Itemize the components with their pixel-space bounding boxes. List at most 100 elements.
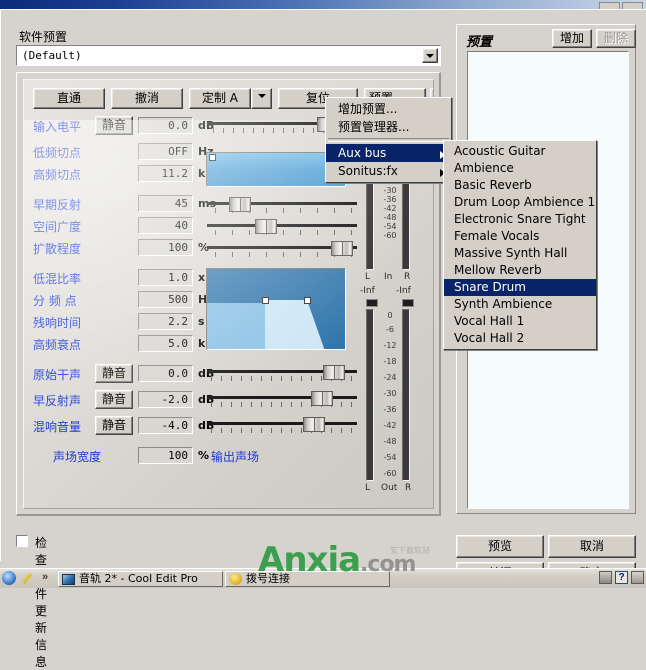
menu-item-aux-bus[interactable]: Aux bus [326,144,451,162]
param-row-room-width: 空间广度 40 [33,216,213,236]
cancel-button[interactable]: 取消 [548,535,636,558]
param-label: 高频切点 [33,168,82,182]
param-row-reverb-level: 混响音量 静音 -4.0 dB [33,416,214,436]
menu-item-add-preset[interactable]: 增加预置... [326,100,451,118]
tray-icon-misc[interactable] [631,571,644,584]
taskbar: » 音轨 2* - Cool Edit Pro 拨号连接 ? [0,568,646,588]
eq-graph-node[interactable] [209,154,216,161]
param-row-hf-damping: 高频衰点 5.0 kHz [33,334,221,354]
param-value-low-cut[interactable]: OFF [138,143,193,160]
submenu-item[interactable]: Massive Synth Hall [444,245,596,262]
slider-room-width[interactable] [207,219,357,239]
param-value-input-level[interactable]: 0.0 [138,117,193,134]
submenu-item-selected[interactable]: Snare Drum [444,279,596,296]
param-value-diffusion[interactable]: 100 [138,239,193,256]
app-icon [62,574,75,585]
param-value-stereo-width[interactable]: 100 [138,447,193,464]
out-peak-right: -Inf [396,286,411,296]
out-meter-label-left: L [365,483,371,493]
slider-knob[interactable] [303,417,325,432]
submenu-item[interactable]: Vocal Hall 1 [444,313,596,330]
window-control-buttons[interactable] [597,0,643,11]
reverb-graph-node-1[interactable] [262,297,269,304]
tray-icon-keyboard[interactable] [599,571,612,584]
reverb-graph[interactable] [206,268,346,350]
custom-preset-button[interactable]: 定制 A [189,88,251,109]
slider-knob[interactable] [323,365,345,380]
param-row-early-reflection: 早期反射 45 ms [33,194,216,214]
reverb-graph-area [207,269,345,349]
param-row-stereo-width: 声场宽度 100 % 输出声场 [33,446,293,466]
param-value-reverb-level[interactable]: -4.0 [138,417,193,434]
taskbar-task-cooledit[interactable]: 音轨 2* - Cool Edit Pro [58,571,223,587]
mute-button-early-level[interactable]: 静音 [95,390,133,409]
param-value-hf-damping[interactable]: 5.0 [138,335,193,352]
submenu-item[interactable]: Mellow Reverb [444,262,596,279]
slider-diffusion[interactable] [207,241,357,261]
param-label: 声场宽度 [53,450,102,464]
slider-ticks [207,402,357,408]
out-meter-scale: 0 -6 -12 -18 -24 -30 -36 -42 -48 -54 -60 [383,311,397,478]
slider-early-reflection[interactable] [207,197,357,217]
delete-preset-button: 删除 [596,29,636,48]
slider-track [207,224,357,227]
slider-early-level[interactable] [207,391,357,411]
mute-button-dry-level[interactable]: 静音 [95,364,133,383]
param-label: 低混比率 [33,272,82,286]
slider-reverb-level[interactable] [207,417,357,437]
param-label: 早期反射 [33,198,82,212]
reverb-graph-node-2[interactable] [304,297,311,304]
menu-item-sonitus-fx[interactable]: Sonitus:fx [326,162,451,180]
param-value-early-level[interactable]: -2.0 [138,391,193,408]
submenu-item[interactable]: Acoustic Guitar [444,143,596,160]
out-meter-clip-right[interactable] [402,299,414,307]
submenu-item[interactable]: Synth Ambience [444,296,596,313]
mute-button-reverb-level[interactable]: 静音 [95,416,133,435]
slider-dry-level[interactable] [207,365,357,385]
slider-knob[interactable] [331,241,353,256]
taskbar-task-dialup[interactable]: 拨号连接 [225,571,390,587]
bypass-button[interactable]: 直通 [33,88,105,109]
submenu-item[interactable]: Drum Loop Ambience 1 [444,194,596,211]
menu-item-preset-manager[interactable]: 预置管理器... [326,118,451,136]
param-value-decay-time[interactable]: 2.2 [138,313,193,330]
param-value-early-reflection[interactable]: 45 [138,195,193,212]
chevron-right-icon[interactable]: » [42,571,48,583]
param-row-bass-multiplier: 低混比率 1.0 x [33,268,213,288]
aux-bus-submenu[interactable]: Acoustic Guitar Ambience Basic Reverb Dr… [443,140,597,350]
system-tray: ? [596,571,644,587]
param-value-bass-multiplier[interactable]: 1.0 [138,269,193,286]
submenu-item[interactable]: Electronic Snare Tight [444,211,596,228]
param-value-dry-level[interactable]: 0.0 [138,365,193,382]
presets-menu[interactable]: 增加预置... 预置管理器... Aux bus Sonitus:fx [325,97,452,183]
undo-button[interactable]: 撤消 [111,88,183,109]
preview-button[interactable]: 预览 [456,535,544,558]
param-row-high-cut: 高频切点 11.2 kHz [33,164,221,184]
quicklaunch-icon[interactable] [22,572,33,585]
mute-button-input-level[interactable]: 静音 [95,116,133,135]
submenu-item[interactable]: Vocal Hall 2 [444,330,596,347]
out-meter-bar-right [402,309,410,481]
custom-preset-dropdown-icon[interactable] [251,88,272,109]
menu-separator [328,138,449,142]
slider-knob[interactable] [255,219,277,234]
submenu-item[interactable]: Ambience [444,160,596,177]
param-value-room-width[interactable]: 40 [138,217,193,234]
param-row-dry-level: 原始干声 静音 0.0 dB [33,364,214,384]
out-meter-clip-left[interactable] [366,299,378,307]
add-preset-button[interactable]: 增加 [552,29,592,48]
check-update-checkbox[interactable] [16,535,28,547]
output-field-label: 输出声场 [211,450,260,464]
slider-knob[interactable] [229,197,251,212]
software-preset-combo[interactable]: (Default) [16,45,441,66]
submenu-item[interactable]: Basic Reverb [444,177,596,194]
slider-knob[interactable] [311,391,333,406]
submenu-item[interactable]: Female Vocals [444,228,596,245]
param-value-crossover[interactable]: 500 [138,291,193,308]
start-button[interactable] [2,571,16,585]
tray-icon-help[interactable]: ? [615,571,628,584]
taskbar-task-label: 拨号连接 [246,572,290,585]
chevron-down-icon[interactable] [422,48,438,63]
param-value-high-cut[interactable]: 11.2 [138,165,193,182]
dialup-icon [229,573,242,585]
